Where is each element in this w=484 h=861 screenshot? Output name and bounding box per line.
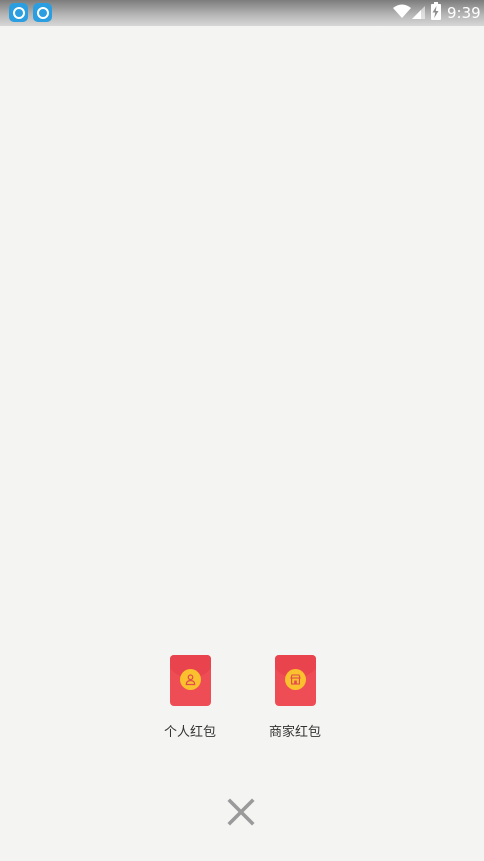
app-notification-icon bbox=[9, 3, 28, 22]
shop-icon bbox=[289, 674, 301, 685]
merchant-red-envelope-option[interactable]: 商家红包 bbox=[250, 655, 340, 741]
app-notification-icon bbox=[33, 3, 52, 22]
personal-red-envelope-label: 个人红包 bbox=[163, 725, 216, 740]
battery-charging-icon bbox=[431, 2, 441, 20]
status-clock: 9:39 bbox=[447, 4, 481, 22]
signal-icon bbox=[412, 6, 425, 19]
merchant-red-envelope-icon bbox=[274, 655, 316, 706]
person-icon bbox=[185, 674, 195, 686]
close-icon bbox=[227, 798, 255, 826]
status-bar: 9:39 bbox=[0, 0, 484, 26]
close-button[interactable] bbox=[221, 792, 261, 832]
personal-red-envelope-icon bbox=[169, 655, 211, 706]
personal-red-envelope-option[interactable]: 个人红包 bbox=[145, 655, 235, 741]
merchant-red-envelope-label: 商家红包 bbox=[268, 725, 321, 740]
wifi-icon bbox=[393, 4, 411, 18]
